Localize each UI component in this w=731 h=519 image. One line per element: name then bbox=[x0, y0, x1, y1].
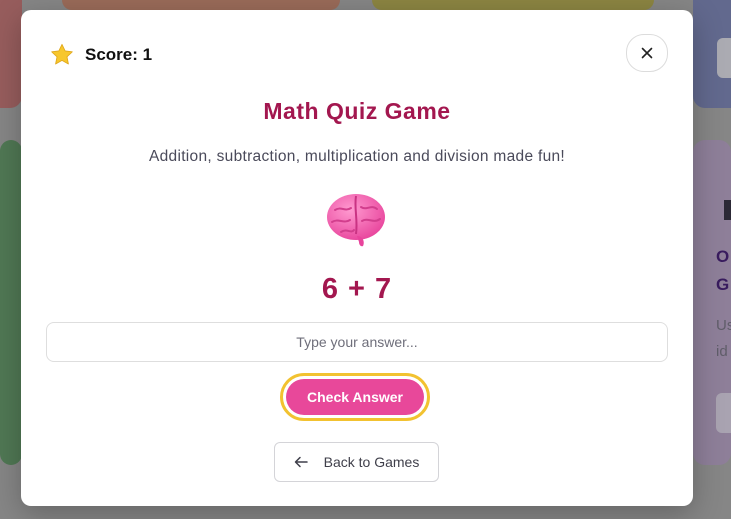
quiz-modal: Score: 1 Math Quiz Game Addition, subtra… bbox=[21, 10, 693, 506]
close-icon bbox=[641, 47, 653, 59]
game-subtitle: Addition, subtraction, multiplication an… bbox=[148, 148, 566, 165]
answer-input[interactable] bbox=[46, 322, 668, 362]
brain-icon bbox=[327, 194, 385, 247]
question-text: 6 + 7 bbox=[321, 273, 393, 305]
game-title: Math Quiz Game bbox=[263, 98, 451, 124]
arrow-left-icon bbox=[294, 456, 308, 468]
score-display: Score: 1 bbox=[49, 42, 152, 68]
back-to-games-button[interactable]: Back to Games bbox=[274, 442, 439, 482]
check-button-focus-ring: Check Answer bbox=[280, 373, 430, 421]
score-label: Score: 1 bbox=[85, 45, 153, 64]
check-answer-button[interactable]: Check Answer bbox=[286, 379, 424, 415]
back-button-label: Back to Games bbox=[323, 454, 420, 470]
star-icon bbox=[51, 43, 73, 65]
close-button[interactable] bbox=[626, 34, 668, 72]
